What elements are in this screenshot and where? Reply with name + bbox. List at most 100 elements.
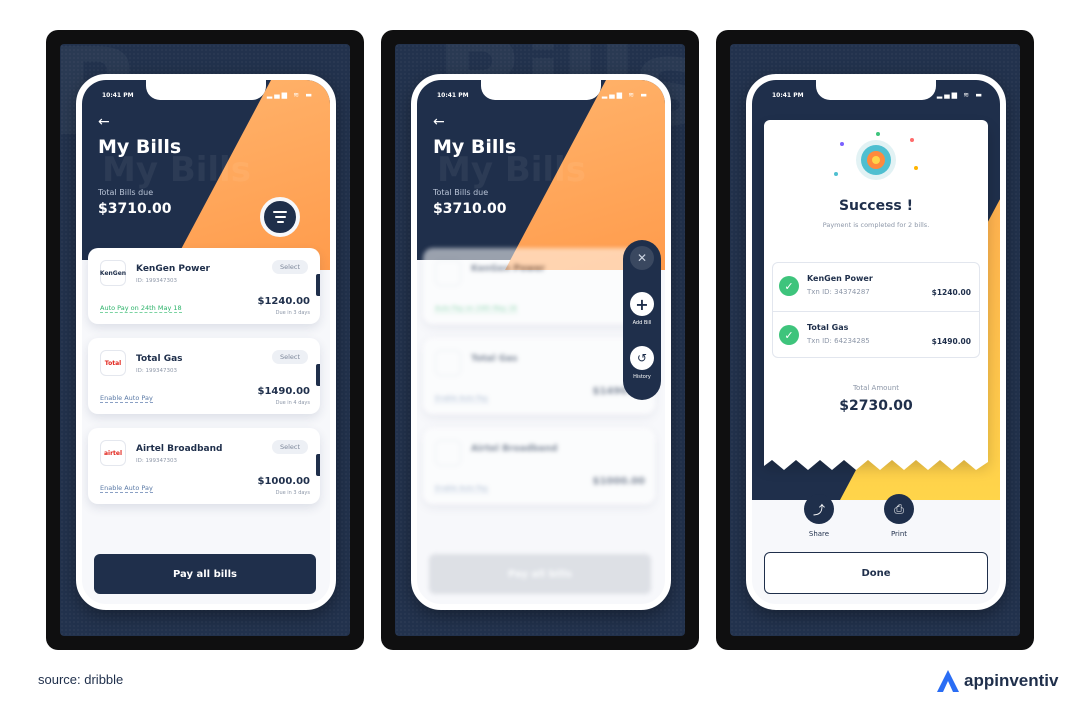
enable-autopay-link: Enable Auto Pay bbox=[435, 484, 488, 493]
total-due-label: Total Bills due bbox=[433, 188, 489, 197]
receipt-torn-edge bbox=[764, 452, 988, 470]
select-button[interactable]: Select bbox=[271, 260, 308, 274]
appinventiv-logo-icon bbox=[937, 670, 959, 692]
bill-id: ID: 199347303 bbox=[136, 278, 177, 284]
autopay-status[interactable]: Auto Pay on 24th May 18 bbox=[100, 304, 182, 313]
transaction-row: ✓ KenGen Power Txn ID: 34374287 $1240.00 bbox=[773, 263, 979, 311]
status-icons: ▂▄▆ ≋ ▬ bbox=[601, 91, 649, 99]
pay-all-button-disabled: Pay all bills bbox=[429, 554, 651, 594]
bill-card-total-gas[interactable]: Total Total Gas ID: 199347303 Select Ena… bbox=[88, 338, 320, 414]
bill-name: Total Gas bbox=[471, 354, 518, 364]
confetti-dot bbox=[914, 166, 918, 170]
bill-name: Airtel Broadband bbox=[471, 444, 558, 454]
source-caption: source: dribble bbox=[38, 672, 124, 687]
arrow-left-icon[interactable]: ← bbox=[98, 114, 110, 130]
page-title: My Bills bbox=[433, 136, 517, 158]
bill-name: Airtel Broadband bbox=[136, 444, 223, 454]
print-icon[interactable]: ⎙ bbox=[884, 494, 914, 524]
bill-amount: $1000.00 bbox=[257, 476, 310, 487]
done-button[interactable]: Done bbox=[764, 552, 988, 594]
floating-menu: ✕ + Add Bill ↺ History bbox=[623, 240, 661, 400]
print-label[interactable]: Print bbox=[874, 530, 924, 538]
transaction-list: ✓ KenGen Power Txn ID: 34374287 $1240.00… bbox=[772, 262, 980, 358]
status-icons: ▂▄▆ ≋ ▬ bbox=[936, 91, 984, 99]
panel-background: Bills My Bills 10:41 PM ▂▄▆ ≋ ▬ ← My Bil… bbox=[395, 44, 685, 636]
bill-due: Due in 3 days bbox=[275, 310, 310, 316]
transaction-amount: $1240.00 bbox=[931, 288, 971, 297]
history-icon[interactable]: ↺ bbox=[630, 346, 654, 370]
bill-id: ID: 199347303 bbox=[136, 368, 177, 374]
status-time: 10:41 PM bbox=[772, 92, 804, 99]
total-logo: Total bbox=[100, 350, 126, 376]
autopay-status: Auto Pay on 24th May 18 bbox=[435, 304, 517, 313]
bill-amount: $1240.00 bbox=[257, 296, 310, 307]
total-due-label: Total Bills due bbox=[98, 188, 154, 197]
airtel-logo bbox=[435, 440, 461, 466]
arrow-left-icon[interactable]: ← bbox=[433, 114, 445, 130]
select-button[interactable]: Select bbox=[271, 440, 308, 454]
transaction-name: Total Gas bbox=[807, 323, 849, 332]
confetti-dot bbox=[840, 142, 844, 146]
enable-autopay-link[interactable]: Enable Auto Pay bbox=[100, 394, 153, 403]
bill-card-kengen[interactable]: KenGen KenGen Power ID: 199347303 Select… bbox=[88, 248, 320, 324]
transaction-row: ✓ Total Gas Txn ID: 64234285 $1490.00 bbox=[773, 311, 979, 359]
plus-icon[interactable]: + bbox=[630, 292, 654, 316]
bill-amount: $1000.00 bbox=[592, 476, 645, 487]
panel-success: 10:41 PM ▂▄▆ ≋ ▬ Success ! Payment is co… bbox=[716, 30, 1034, 650]
enable-autopay-link[interactable]: Enable Auto Pay bbox=[100, 484, 153, 493]
bill-card-total-gas: Total Gas Enable Auto Pay $1490.00 bbox=[423, 338, 655, 414]
bill-id: ID: 199347303 bbox=[136, 458, 177, 464]
check-icon: ✓ bbox=[779, 276, 799, 296]
success-title: Success ! bbox=[838, 198, 914, 214]
close-icon[interactable]: ✕ bbox=[630, 246, 654, 270]
card-edge-tab bbox=[316, 274, 320, 296]
panel-my-bills: B My Bills 10:41 PM ▂▄▆ ≋ ▬ ← My Bills T… bbox=[46, 30, 364, 650]
bill-due: Due in 3 days bbox=[275, 490, 310, 496]
card-edge-tab bbox=[316, 454, 320, 476]
transaction-amount: $1490.00 bbox=[931, 337, 971, 346]
brand-name: appinventiv bbox=[964, 671, 1059, 690]
kengen-logo bbox=[435, 260, 461, 286]
phone-notch bbox=[481, 80, 601, 100]
total-amount-label: Total Amount bbox=[852, 384, 900, 392]
panel-background: 10:41 PM ▂▄▆ ≋ ▬ Success ! Payment is co… bbox=[730, 44, 1020, 636]
add-bill-label[interactable]: Add Bill bbox=[623, 320, 661, 326]
total-logo bbox=[435, 350, 461, 376]
confetti-dot bbox=[910, 138, 914, 142]
panel-menu: Bills My Bills 10:41 PM ▂▄▆ ≋ ▬ ← My Bil… bbox=[381, 30, 699, 650]
phone-frame: 10:41 PM ▂▄▆ ≋ ▬ Success ! Payment is co… bbox=[746, 74, 1006, 610]
filter-button[interactable] bbox=[260, 197, 300, 237]
total-due-amount: $3710.00 bbox=[98, 201, 172, 217]
bill-card-airtel[interactable]: airtel Airtel Broadband ID: 199347303 Se… bbox=[88, 428, 320, 504]
transaction-id: Txn ID: 34374287 bbox=[807, 288, 870, 296]
phone-notch bbox=[816, 80, 936, 100]
transaction-id: Txn ID: 64234285 bbox=[807, 337, 870, 345]
share-label[interactable]: Share bbox=[794, 530, 844, 538]
success-subtitle: Payment is completed for 2 bills. bbox=[822, 221, 930, 229]
status-time: 10:41 PM bbox=[102, 92, 134, 99]
pay-all-button[interactable]: Pay all bills bbox=[94, 554, 316, 594]
airtel-logo: airtel bbox=[100, 440, 126, 466]
share-icon[interactable]: ⤴ bbox=[804, 494, 834, 524]
select-button[interactable]: Select bbox=[271, 350, 308, 364]
phone-frame: My Bills 10:41 PM ▂▄▆ ≋ ▬ ← My Bills Tot… bbox=[411, 74, 671, 610]
bill-name: KenGen Power bbox=[471, 264, 545, 274]
status-time: 10:41 PM bbox=[437, 92, 469, 99]
history-label[interactable]: History bbox=[623, 374, 661, 380]
card-edge-tab bbox=[316, 364, 320, 386]
phone-frame: My Bills 10:41 PM ▂▄▆ ≋ ▬ ← My Bills Tot… bbox=[76, 74, 336, 610]
kengen-logo: KenGen bbox=[100, 260, 126, 286]
bill-name: Total Gas bbox=[136, 354, 183, 364]
phone-notch bbox=[146, 80, 266, 100]
brand-logo: appinventiv bbox=[936, 666, 1058, 696]
total-due-amount: $3710.00 bbox=[433, 201, 507, 217]
bill-card-airtel: Airtel Broadband Enable Auto Pay $1000.0… bbox=[423, 428, 655, 504]
enable-autopay-link: Enable Auto Pay bbox=[435, 394, 488, 403]
transaction-name: KenGen Power bbox=[807, 274, 873, 283]
page-title: My Bills bbox=[98, 136, 182, 158]
bill-name: KenGen Power bbox=[136, 264, 210, 274]
confetti-dot bbox=[834, 172, 838, 176]
filter-icon bbox=[273, 211, 287, 213]
bill-due: Due in 4 days bbox=[275, 400, 310, 406]
total-amount-value: $2730.00 bbox=[839, 398, 913, 414]
